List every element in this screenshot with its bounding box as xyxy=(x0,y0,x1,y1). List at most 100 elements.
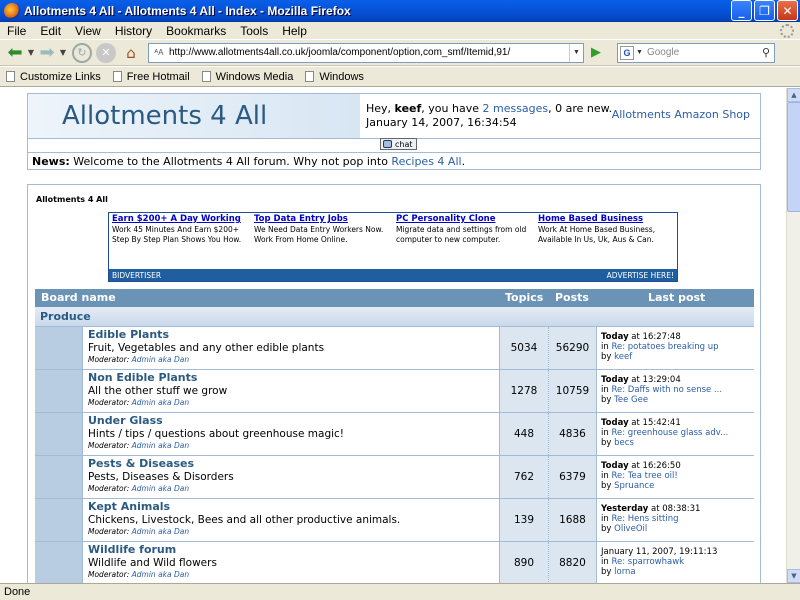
menu-view[interactable]: View xyxy=(68,24,108,38)
search-engine-dropdown-icon[interactable]: ▼ xyxy=(636,49,643,56)
address-bar[interactable]: ᴬA http://www.allotments4all.co.uk/jooml… xyxy=(148,42,584,63)
moderator-link[interactable]: Admin aka Dan xyxy=(132,398,189,407)
last-post-day: Today xyxy=(601,332,629,342)
ad-item[interactable]: Home Based Business Work At Home Based Bu… xyxy=(535,213,677,269)
news-bar: News: Welcome to the Allotments 4 All fo… xyxy=(27,152,761,170)
back-icon[interactable]: ⬅ xyxy=(4,42,26,64)
moderator-link[interactable]: Admin aka Dan xyxy=(132,441,189,450)
board-name-link[interactable]: Edible Plants xyxy=(88,328,493,341)
scroll-thumb[interactable] xyxy=(787,102,800,212)
board-moderator: Moderator: Admin aka Dan xyxy=(88,355,190,364)
menu-bookmarks[interactable]: Bookmarks xyxy=(159,24,233,38)
forum-header: Allotments 4 All Hey, keef, you have 2 m… xyxy=(27,93,761,139)
last-post-user-link[interactable]: becs xyxy=(614,438,634,448)
back-dropdown-icon[interactable]: ▼ xyxy=(26,42,36,64)
moderator-link[interactable]: Admin aka Dan xyxy=(132,484,189,493)
ad-item[interactable]: Earn $200+ A Day Working Work 45 Minutes … xyxy=(109,213,251,269)
menu-history[interactable]: History xyxy=(108,24,159,38)
last-post-time: at 08:38:31 xyxy=(648,504,701,514)
reload-icon[interactable]: ↻ xyxy=(72,42,92,63)
bookmark-windows-media[interactable]: Windows Media xyxy=(201,71,293,83)
menu-file[interactable]: File xyxy=(0,24,33,38)
board-moderator: Moderator: Admin aka Dan xyxy=(88,398,190,407)
chat-button[interactable]: chat xyxy=(380,138,417,150)
bookmark-windows[interactable]: Windows xyxy=(305,71,364,83)
search-icon[interactable]: ⚲ xyxy=(758,46,774,59)
board-name-link[interactable]: Non Edible Plants xyxy=(88,371,493,384)
ad-item[interactable]: PC Personality Clone Migrate data and set… xyxy=(393,213,535,269)
board-name-link[interactable]: Pests & Diseases xyxy=(88,457,493,470)
moderator-link[interactable]: Admin aka Dan xyxy=(132,527,189,536)
board-info: Edible Plants Fruit, Vegetables and any o… xyxy=(83,327,498,369)
firefox-icon xyxy=(4,2,20,19)
board-name-link[interactable]: Kept Animals xyxy=(88,500,493,513)
board-status-icon xyxy=(35,499,83,541)
window-title-bar[interactable]: Allotments 4 All - Allotments 4 All - In… xyxy=(0,0,800,22)
maximize-button[interactable]: ❐ xyxy=(754,0,775,21)
posts-count: 6379 xyxy=(548,456,596,498)
board-row: Non Edible Plants All the other stuff we … xyxy=(35,370,754,413)
url-dropdown-icon[interactable]: ▼ xyxy=(569,43,583,62)
forward-icon[interactable]: ➡ xyxy=(36,42,58,64)
board-info: Wildlife forum Wildlife and Wild flowers M… xyxy=(83,542,498,583)
topics-count: 139 xyxy=(499,499,548,541)
url-text[interactable]: http://www.allotments4all.co.uk/joomla/c… xyxy=(169,47,569,58)
page-icon xyxy=(6,71,15,82)
board-name-link[interactable]: Wildlife forum xyxy=(88,543,493,556)
moderator-link[interactable]: Admin aka Dan xyxy=(132,570,189,579)
menu-tools[interactable]: Tools xyxy=(233,24,275,38)
ad-item[interactable]: Top Data Entry Jobs We Need Data Entry Wo… xyxy=(251,213,393,269)
minimize-button[interactable]: _ xyxy=(731,0,752,21)
current-datetime: January 14, 2007, 16:34:54 xyxy=(366,116,517,129)
board-moderator: Moderator: Admin aka Dan xyxy=(88,570,190,579)
bookmark-customize-links[interactable]: Customize Links xyxy=(6,71,101,83)
stop-icon[interactable]: ✕ xyxy=(96,42,116,63)
search-box[interactable]: G ▼ Google ⚲ xyxy=(617,42,775,63)
go-icon[interactable]: ▶ xyxy=(587,44,605,62)
forward-dropdown-icon[interactable]: ▼ xyxy=(58,42,68,64)
last-post-user-link[interactable]: OliveOil xyxy=(614,524,647,534)
bookmark-free-hotmail[interactable]: Free Hotmail xyxy=(112,71,190,83)
menu-help[interactable]: Help xyxy=(275,24,314,38)
recipes-link[interactable]: Recipes 4 All xyxy=(391,155,461,168)
last-post-user-link[interactable]: Tee Gee xyxy=(614,395,648,405)
last-post-topic-link[interactable]: Re: potatoes breaking up xyxy=(611,342,718,352)
posts-count: 10759 xyxy=(548,370,596,412)
forum-logo[interactable]: Allotments 4 All xyxy=(28,94,360,138)
site-icon: ᴬA xyxy=(154,48,164,57)
last-post-topic-link[interactable]: Re: sparrowhawk xyxy=(611,557,684,567)
posts-count: 8820 xyxy=(548,542,596,583)
advertise-here-link[interactable]: ADVERTISE HERE! xyxy=(607,271,674,280)
moderator-link[interactable]: Admin aka Dan xyxy=(132,355,189,364)
posts-count: 1688 xyxy=(548,499,596,541)
board-row: Pests & Diseases Pests, Diseases & Disord… xyxy=(35,456,754,499)
scroll-up-icon[interactable]: ▲ xyxy=(787,88,800,102)
messages-link[interactable]: 2 messages xyxy=(482,102,548,115)
last-post-topic-link[interactable]: Re: Hens sitting xyxy=(611,514,678,524)
search-placeholder[interactable]: Google xyxy=(647,47,679,58)
home-icon[interactable]: ⌂ xyxy=(120,42,142,64)
board-moderator: Moderator: Admin aka Dan xyxy=(88,484,190,493)
topics-count: 448 xyxy=(499,413,548,455)
menu-edit[interactable]: Edit xyxy=(33,24,68,38)
google-icon[interactable]: G xyxy=(620,45,634,60)
board-info: Under Glass Hints / tips / questions abou… xyxy=(83,413,498,455)
last-post-user-link[interactable]: Spruance xyxy=(614,481,654,491)
board-name-link[interactable]: Under Glass xyxy=(88,414,493,427)
board-moderator: Moderator: Admin aka Dan xyxy=(88,527,190,536)
last-post-topic-link[interactable]: Re: Daffs with no sense ... xyxy=(611,385,722,395)
bidvertiser-link[interactable]: BIDVERTISER xyxy=(112,271,161,280)
last-post-topic-link[interactable]: Re: Tea tree oil! xyxy=(611,471,677,481)
vertical-scrollbar[interactable]: ▲ ▼ xyxy=(786,88,800,583)
last-post-user-link[interactable]: keef xyxy=(614,352,632,362)
board-status-icon xyxy=(35,327,83,369)
scroll-down-icon[interactable]: ▼ xyxy=(787,569,800,583)
breadcrumb[interactable]: Allotments 4 All xyxy=(36,195,108,204)
last-post-topic-link[interactable]: Re: greenhouse glass adv... xyxy=(611,428,728,438)
amazon-shop-link[interactable]: Allotments Amazon Shop xyxy=(612,108,750,121)
posts-count: 56290 xyxy=(548,327,596,369)
close-button[interactable]: ✕ xyxy=(777,0,798,21)
last-post-day: Today xyxy=(601,461,629,471)
last-post-user-link[interactable]: lorna xyxy=(614,567,636,577)
category-name[interactable]: Produce xyxy=(40,310,91,323)
